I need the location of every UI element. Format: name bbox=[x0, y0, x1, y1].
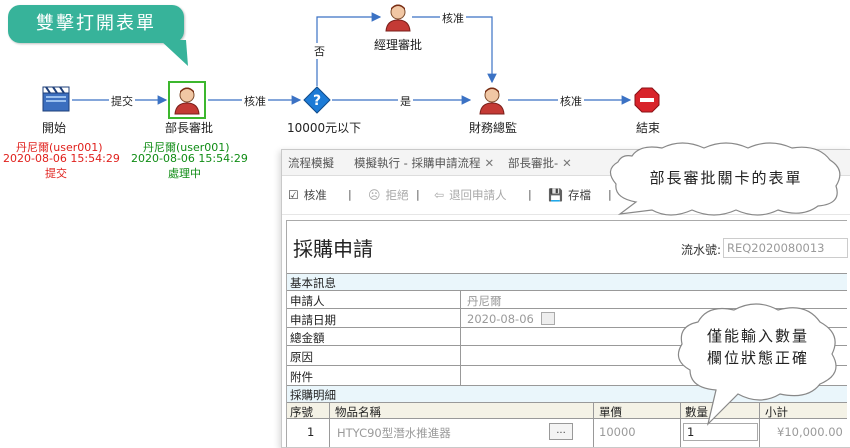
return-arrow-icon: ⇦ bbox=[434, 188, 445, 202]
end-label: 結束 bbox=[636, 121, 661, 135]
dept-head-label: 部長審批 bbox=[165, 121, 214, 135]
section-basic-row: 基本訊息 bbox=[287, 273, 847, 291]
edge-yes-label: 是 bbox=[398, 93, 413, 109]
applicant-label: 申請人 bbox=[290, 294, 325, 308]
checkbox-icon: ☑ bbox=[288, 188, 299, 202]
section-basic-label: 基本訊息 bbox=[290, 276, 336, 290]
svg-text:?: ? bbox=[313, 93, 321, 109]
user-icon bbox=[172, 85, 202, 115]
qty-bubble-text: 僅能輸入數量 欄位狀態正確 bbox=[688, 325, 828, 369]
tab-label: 部長審批- bbox=[508, 156, 559, 170]
cell-divider bbox=[593, 403, 594, 419]
start-node[interactable] bbox=[42, 86, 70, 112]
cell-divider bbox=[460, 346, 461, 366]
total-label: 總金額 bbox=[290, 331, 325, 345]
dept-action: 處理中 bbox=[168, 167, 201, 180]
cell-divider bbox=[460, 291, 461, 309]
tab-label: 流程模擬 bbox=[288, 156, 334, 170]
condition-label: 10000元以下 bbox=[287, 121, 362, 135]
edge-approve-1-label: 核准 bbox=[242, 93, 268, 109]
browse-button[interactable]: ... bbox=[549, 423, 573, 440]
stop-octagon-icon bbox=[634, 87, 660, 113]
reason-label: 原因 bbox=[290, 350, 313, 364]
start-action: 提交 bbox=[45, 167, 67, 180]
user-icon bbox=[385, 4, 411, 32]
cell-divider bbox=[460, 309, 461, 328]
close-icon[interactable]: ✕ bbox=[562, 156, 572, 170]
section-detail-label: 採購明細 bbox=[290, 388, 336, 402]
qty-bubble-line-2: 欄位狀態正確 bbox=[706, 349, 809, 367]
form-bubble-text: 部長審批關卡的表單 bbox=[649, 169, 803, 187]
start-time: 2020-08-06 15:54:29 bbox=[3, 152, 120, 165]
edge-approve-3-label: 核准 bbox=[558, 93, 584, 109]
clapperboard-icon bbox=[42, 86, 70, 112]
cell-divider bbox=[460, 328, 461, 346]
toolbar-divider: | bbox=[348, 188, 352, 201]
condition-node[interactable]: ? bbox=[303, 86, 331, 114]
double-click-callout-text: 雙擊打開表單 bbox=[36, 13, 156, 34]
edge-approve-2 bbox=[412, 16, 497, 84]
date-field[interactable]: 2020-08-06 bbox=[467, 312, 534, 326]
reject-button-label: 拒絕 bbox=[385, 188, 409, 202]
manager-label: 經理審批 bbox=[374, 38, 423, 52]
return-button-label: 退回申請人 bbox=[449, 188, 507, 202]
end-node[interactable] bbox=[634, 87, 660, 113]
tab-label: 模擬執行 - 採購申請流程 bbox=[354, 156, 481, 170]
cell-divider bbox=[329, 403, 330, 419]
save-button-label: 存檔 bbox=[567, 188, 591, 202]
finance-node[interactable] bbox=[477, 85, 507, 115]
tab-flow-sim[interactable]: 流程模擬 bbox=[288, 155, 334, 171]
manager-node[interactable] bbox=[383, 2, 413, 32]
serial-label: 流水號: bbox=[681, 243, 722, 257]
serial-field[interactable]: REQ2020080013 bbox=[723, 238, 848, 258]
finance-label: 財務總監 bbox=[469, 121, 518, 135]
close-icon[interactable]: ✕ bbox=[484, 156, 494, 170]
qty-bubble-line-1: 僅能輸入數量 bbox=[706, 327, 809, 345]
toolbar-divider: | bbox=[416, 188, 420, 201]
row-no: 1 bbox=[307, 425, 315, 439]
dept-head-node[interactable] bbox=[168, 81, 206, 119]
toolbar-divider: | bbox=[528, 188, 532, 201]
user-icon bbox=[479, 87, 505, 115]
form-title: 採購申請 bbox=[293, 237, 373, 261]
return-button[interactable]: ⇦ 退回申請人 bbox=[434, 187, 507, 203]
edge-no-label: 否 bbox=[312, 43, 327, 59]
sad-face-icon: ☹ bbox=[368, 188, 381, 202]
callout-pointer bbox=[160, 40, 188, 66]
edge-approve-2-label: 核准 bbox=[440, 10, 466, 26]
start-label: 開始 bbox=[42, 121, 67, 135]
save-button[interactable]: 💾 存檔 bbox=[548, 187, 591, 203]
tab-sim-exec[interactable]: 模擬執行 - 採購申請流程 ✕ bbox=[354, 155, 494, 171]
cell-divider bbox=[460, 366, 461, 386]
approve-button-label: 核准 bbox=[303, 188, 327, 202]
edge-submit-label: 提交 bbox=[109, 93, 135, 109]
cell-divider bbox=[329, 419, 330, 447]
dept-time: 2020-08-06 15:54:29 bbox=[131, 152, 248, 165]
double-click-callout: 雙擊打開表單 bbox=[8, 5, 184, 43]
cell-divider bbox=[593, 419, 594, 447]
applicant-field[interactable]: 丹尼爾 bbox=[467, 293, 502, 309]
question-diamond-icon: ? bbox=[303, 86, 331, 114]
price-field[interactable]: 10000 bbox=[599, 425, 636, 439]
floppy-icon: 💾 bbox=[548, 188, 563, 202]
reject-button[interactable]: ☹ 拒絕 bbox=[368, 187, 409, 203]
date-label: 申請日期 bbox=[290, 313, 336, 327]
tab-dept-approval[interactable]: 部長審批- ✕ bbox=[508, 155, 572, 171]
item-name-field[interactable]: HTYC90型潛水推進器 bbox=[337, 425, 451, 441]
approve-button[interactable]: ☑ 核准 bbox=[288, 187, 327, 203]
attachment-label: 附件 bbox=[290, 370, 313, 384]
calendar-icon[interactable] bbox=[541, 312, 555, 325]
